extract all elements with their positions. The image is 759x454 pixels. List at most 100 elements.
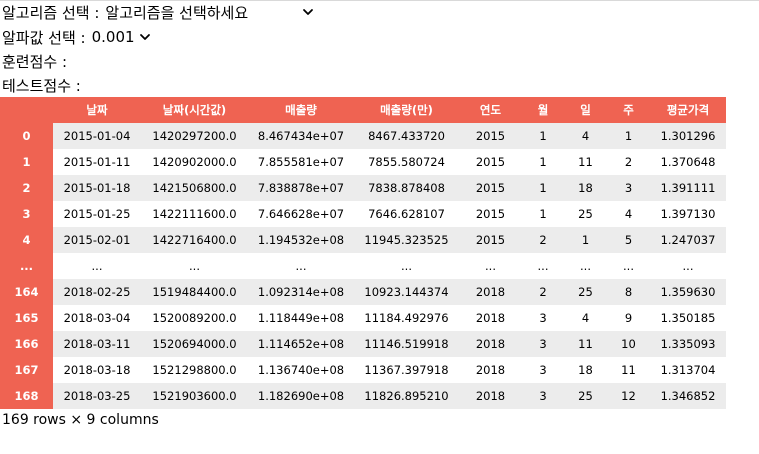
table-cell: 1.397130 [650,201,726,227]
table-cell: 1 [522,123,564,149]
table-cell: 2018-03-11 [53,331,141,357]
table-cell: 1.301296 [650,123,726,149]
table-cell: 10923.144374 [354,279,459,305]
table-cell: 9 [607,305,650,331]
row-index-cell: ... [0,253,53,279]
table-cell: 18 [564,175,607,201]
table-cell: 2018 [459,357,522,383]
table-cell: 2015 [459,227,522,253]
table-cell: 2015-01-11 [53,149,141,175]
table-cell: 5 [607,227,650,253]
table-cell: 11 [564,331,607,357]
table-cell: 1.391111 [650,175,726,201]
row-index-cell: 164 [0,279,53,305]
table-cell: 2015-01-18 [53,175,141,201]
table-cell: 1.359630 [650,279,726,305]
table-cell: 7838.878408 [354,175,459,201]
table-cell: 2015 [459,123,522,149]
dataframe-table: 날짜 날짜(시간값) 매출량 매출량(만) 연도 월 일 주 평균가격 0 201… [0,97,726,409]
table-cell: 7.855581e+07 [248,149,354,175]
table-cell: 2018 [459,279,522,305]
table-row: 168 2018-03-25 1521903600.0 1.182690e+08 118… [0,383,726,409]
table-cell: 3 [522,383,564,409]
header-cell-index [0,97,53,123]
row-index-cell: 165 [0,305,53,331]
row-index-cell: 168 [0,383,53,409]
table-cell: 2018-03-04 [53,305,141,331]
table-cell: 7.646628e+07 [248,201,354,227]
test-score-label: 테스트점수 : [2,76,81,95]
table-cell: 12 [607,383,650,409]
table-cell: 3 [522,357,564,383]
row-count-footer: 169 rows × 9 columns [2,412,159,428]
row-index-cell: 166 [0,331,53,357]
table-cell: 1.247037 [650,227,726,253]
table-row: .............................. [0,253,726,279]
table-cell: 1520089200.0 [141,305,248,331]
table-cell: 2018-03-18 [53,357,141,383]
table-cell: 1.370648 [650,149,726,175]
table-cell: 25 [564,383,607,409]
table-cell: ... [354,253,459,279]
table-cell: ... [607,253,650,279]
alpha-select[interactable]: 0.001 [92,28,151,46]
table-cell: 25 [564,279,607,305]
table-cell: 2015-02-01 [53,227,141,253]
table-cell: 4 [564,123,607,149]
chevron-down-icon [303,9,314,15]
table-cell: 2018-02-25 [53,279,141,305]
table-row: 0 2015-01-04 1420297200.0 8.467434e+07 8467.… [0,123,726,149]
table-cell: 1422111600.0 [141,201,248,227]
table-cell: 8.467434e+07 [248,123,354,149]
table-cell: 2015 [459,175,522,201]
table-cell: ... [53,253,141,279]
table-cell: 11146.519918 [354,331,459,357]
table-cell: 2015-01-04 [53,123,141,149]
row-index-cell: 4 [0,227,53,253]
table-row: 2 2015-01-18 1421506800.0 7.838878e+07 7838.… [0,175,726,201]
test-score-row: 테스트점수 : [2,74,81,96]
table-row: 1 2015-01-11 1420902000.0 7.855581e+07 7855.… [0,149,726,175]
alpha-select-row: 알파값 선택 : 0.001 [2,26,151,48]
row-index-cell: 2 [0,175,53,201]
table-cell: 8467.433720 [354,123,459,149]
table-cell: 11826.895210 [354,383,459,409]
header-cell: 평균가격 [650,97,726,123]
table-cell: 8 [607,279,650,305]
table-cell: 1.346852 [650,383,726,409]
row-index-cell: 1 [0,149,53,175]
header-cell: 날짜(시간값) [141,97,248,123]
table-header-row: 날짜 날짜(시간값) 매출량 매출량(만) 연도 월 일 주 평균가격 [0,97,726,123]
table-cell: 2015-01-25 [53,201,141,227]
table-cell: 11367.397918 [354,357,459,383]
table-cell: 7855.580724 [354,149,459,175]
table-cell: 2018-03-25 [53,383,141,409]
row-index-cell: 167 [0,357,53,383]
algorithm-select-value: 알고리즘을 선택하세요 [105,3,249,22]
table-cell: 3 [522,305,564,331]
table-cell: 1.182690e+08 [248,383,354,409]
table-cell: ... [564,253,607,279]
table-cell: 4 [607,201,650,227]
table-cell: 2 [522,227,564,253]
alpha-select-value: 0.001 [91,28,135,46]
algorithm-select[interactable]: 알고리즘을 선택하세요 [105,2,314,23]
table-cell: 2015 [459,201,522,227]
table-cell: 11 [564,149,607,175]
algorithm-select-row: 알고리즘 선택 : 알고리즘을 선택하세요 [2,1,314,23]
table-cell: ... [141,253,248,279]
table-cell: 2 [522,279,564,305]
table-cell: 1 [522,201,564,227]
table-cell: 1421506800.0 [141,175,248,201]
table-row: 164 2018-02-25 1519484400.0 1.092314e+08 109… [0,279,726,305]
table-row: 166 2018-03-11 1520694000.0 1.114652e+08 111… [0,331,726,357]
table-cell: 1.313704 [650,357,726,383]
header-cell: 매출량 [248,97,354,123]
table-cell: 11184.492976 [354,305,459,331]
alpha-select-label: 알파값 선택 : [2,28,86,47]
table-row: 3 2015-01-25 1422111600.0 7.646628e+07 7646.… [0,201,726,227]
table-cell: 1 [607,123,650,149]
table-cell: 18 [564,357,607,383]
table-cell: ... [522,253,564,279]
table-cell: 1422716400.0 [141,227,248,253]
